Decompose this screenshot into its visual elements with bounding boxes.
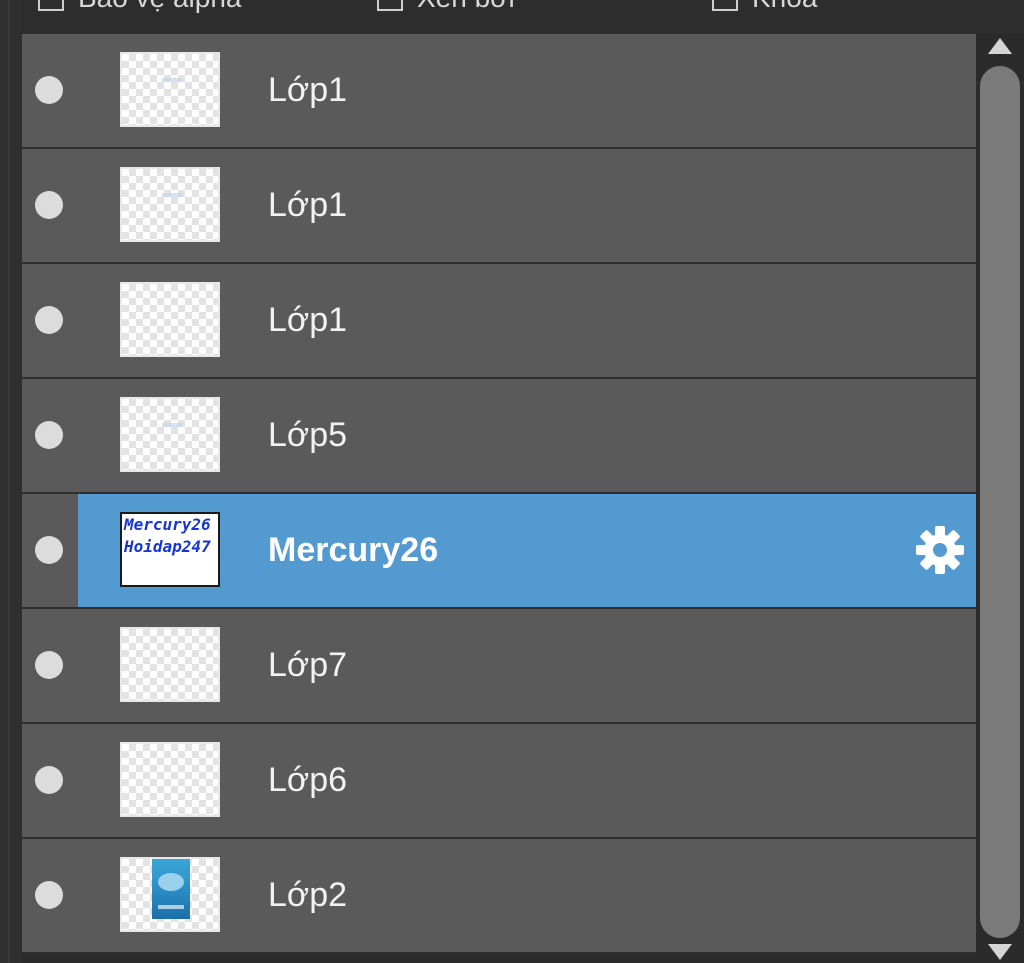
layer-options-bar: Bảo vệ alpha Xén bởi Khóa <box>22 0 1024 34</box>
layer-name: Lớp2 <box>268 876 348 914</box>
layers-panel: Bảo vệ alpha Xén bởi Khóa Lớp1 Lớp1 <box>0 0 1024 963</box>
visibility-toggle-icon[interactable] <box>35 766 63 794</box>
layer-name: Lớp7 <box>268 646 348 684</box>
thumbnail-text: Mercury26 Hoidap247 <box>122 514 218 558</box>
layer-row[interactable]: Lớp1 <box>22 149 976 264</box>
vertical-scrollbar[interactable] <box>976 34 1024 963</box>
layer-row[interactable]: Lớp5 <box>22 379 976 494</box>
photo-thumbnail-image <box>152 859 190 919</box>
thumb-faint-mark <box>162 78 182 82</box>
lock-checkbox[interactable] <box>712 0 738 11</box>
visibility-toggle-icon[interactable] <box>35 191 63 219</box>
layer-row[interactable]: Lớp6 <box>22 724 976 839</box>
scrollbar-thumb[interactable] <box>980 66 1020 938</box>
layer-name: Lớp1 <box>268 186 348 224</box>
thumb-faint-mark <box>162 423 182 427</box>
lock-option[interactable]: Khóa <box>712 0 817 12</box>
layer-row-selected[interactable]: Mercury26 Hoidap247 Mercury26 <box>22 494 976 609</box>
protect-alpha-checkbox[interactable] <box>38 0 64 11</box>
visibility-toggle-icon[interactable] <box>35 76 63 104</box>
layer-name: Lớp6 <box>268 761 348 799</box>
protect-alpha-label: Bảo vệ alpha <box>78 0 241 12</box>
layer-thumbnail <box>120 167 220 242</box>
layer-row[interactable]: Lớp1 <box>22 264 976 379</box>
layer-name: Lớp1 <box>268 301 348 339</box>
thumbnail-text-line: Hoidap247 <box>124 537 211 556</box>
layer-thumbnail <box>120 742 220 817</box>
visibility-toggle-icon[interactable] <box>35 536 63 564</box>
panel-left-edge <box>0 0 22 963</box>
layer-list: Lớp1 Lớp1 Lớp1 Lớp5 Mercury26 Hoidap247 … <box>22 34 976 963</box>
visibility-toggle-icon[interactable] <box>35 421 63 449</box>
clip-label: Xén bởi <box>417 0 515 12</box>
layer-thumbnail <box>120 397 220 472</box>
arrow-up-icon[interactable] <box>988 38 1012 54</box>
clip-checkbox[interactable] <box>377 0 403 11</box>
layer-row[interactable]: Lớp2 <box>22 839 976 954</box>
arrow-down-icon[interactable] <box>988 944 1012 960</box>
lock-label: Khóa <box>752 0 817 12</box>
layer-thumbnail <box>120 282 220 357</box>
clip-option[interactable]: Xén bởi <box>377 0 515 12</box>
thumbnail-text-line: Mercury26 <box>124 515 211 534</box>
visibility-toggle-icon[interactable] <box>35 651 63 679</box>
layer-thumbnail <box>120 857 220 932</box>
visibility-toggle-icon[interactable] <box>35 306 63 334</box>
layer-name: Lớp5 <box>268 416 348 454</box>
layer-thumbnail <box>120 627 220 702</box>
layer-name: Lớp1 <box>268 71 348 109</box>
layer-name: Mercury26 <box>268 531 439 569</box>
layer-thumbnail <box>120 52 220 127</box>
layer-row[interactable]: Lớp7 <box>22 609 976 724</box>
thumb-faint-mark <box>162 193 182 197</box>
gear-icon[interactable] <box>912 522 968 578</box>
visibility-toggle-icon[interactable] <box>35 881 63 909</box>
layer-thumbnail: Mercury26 Hoidap247 <box>120 512 220 587</box>
protect-alpha-option[interactable]: Bảo vệ alpha <box>38 0 241 12</box>
layer-row[interactable]: Lớp1 <box>22 34 976 149</box>
